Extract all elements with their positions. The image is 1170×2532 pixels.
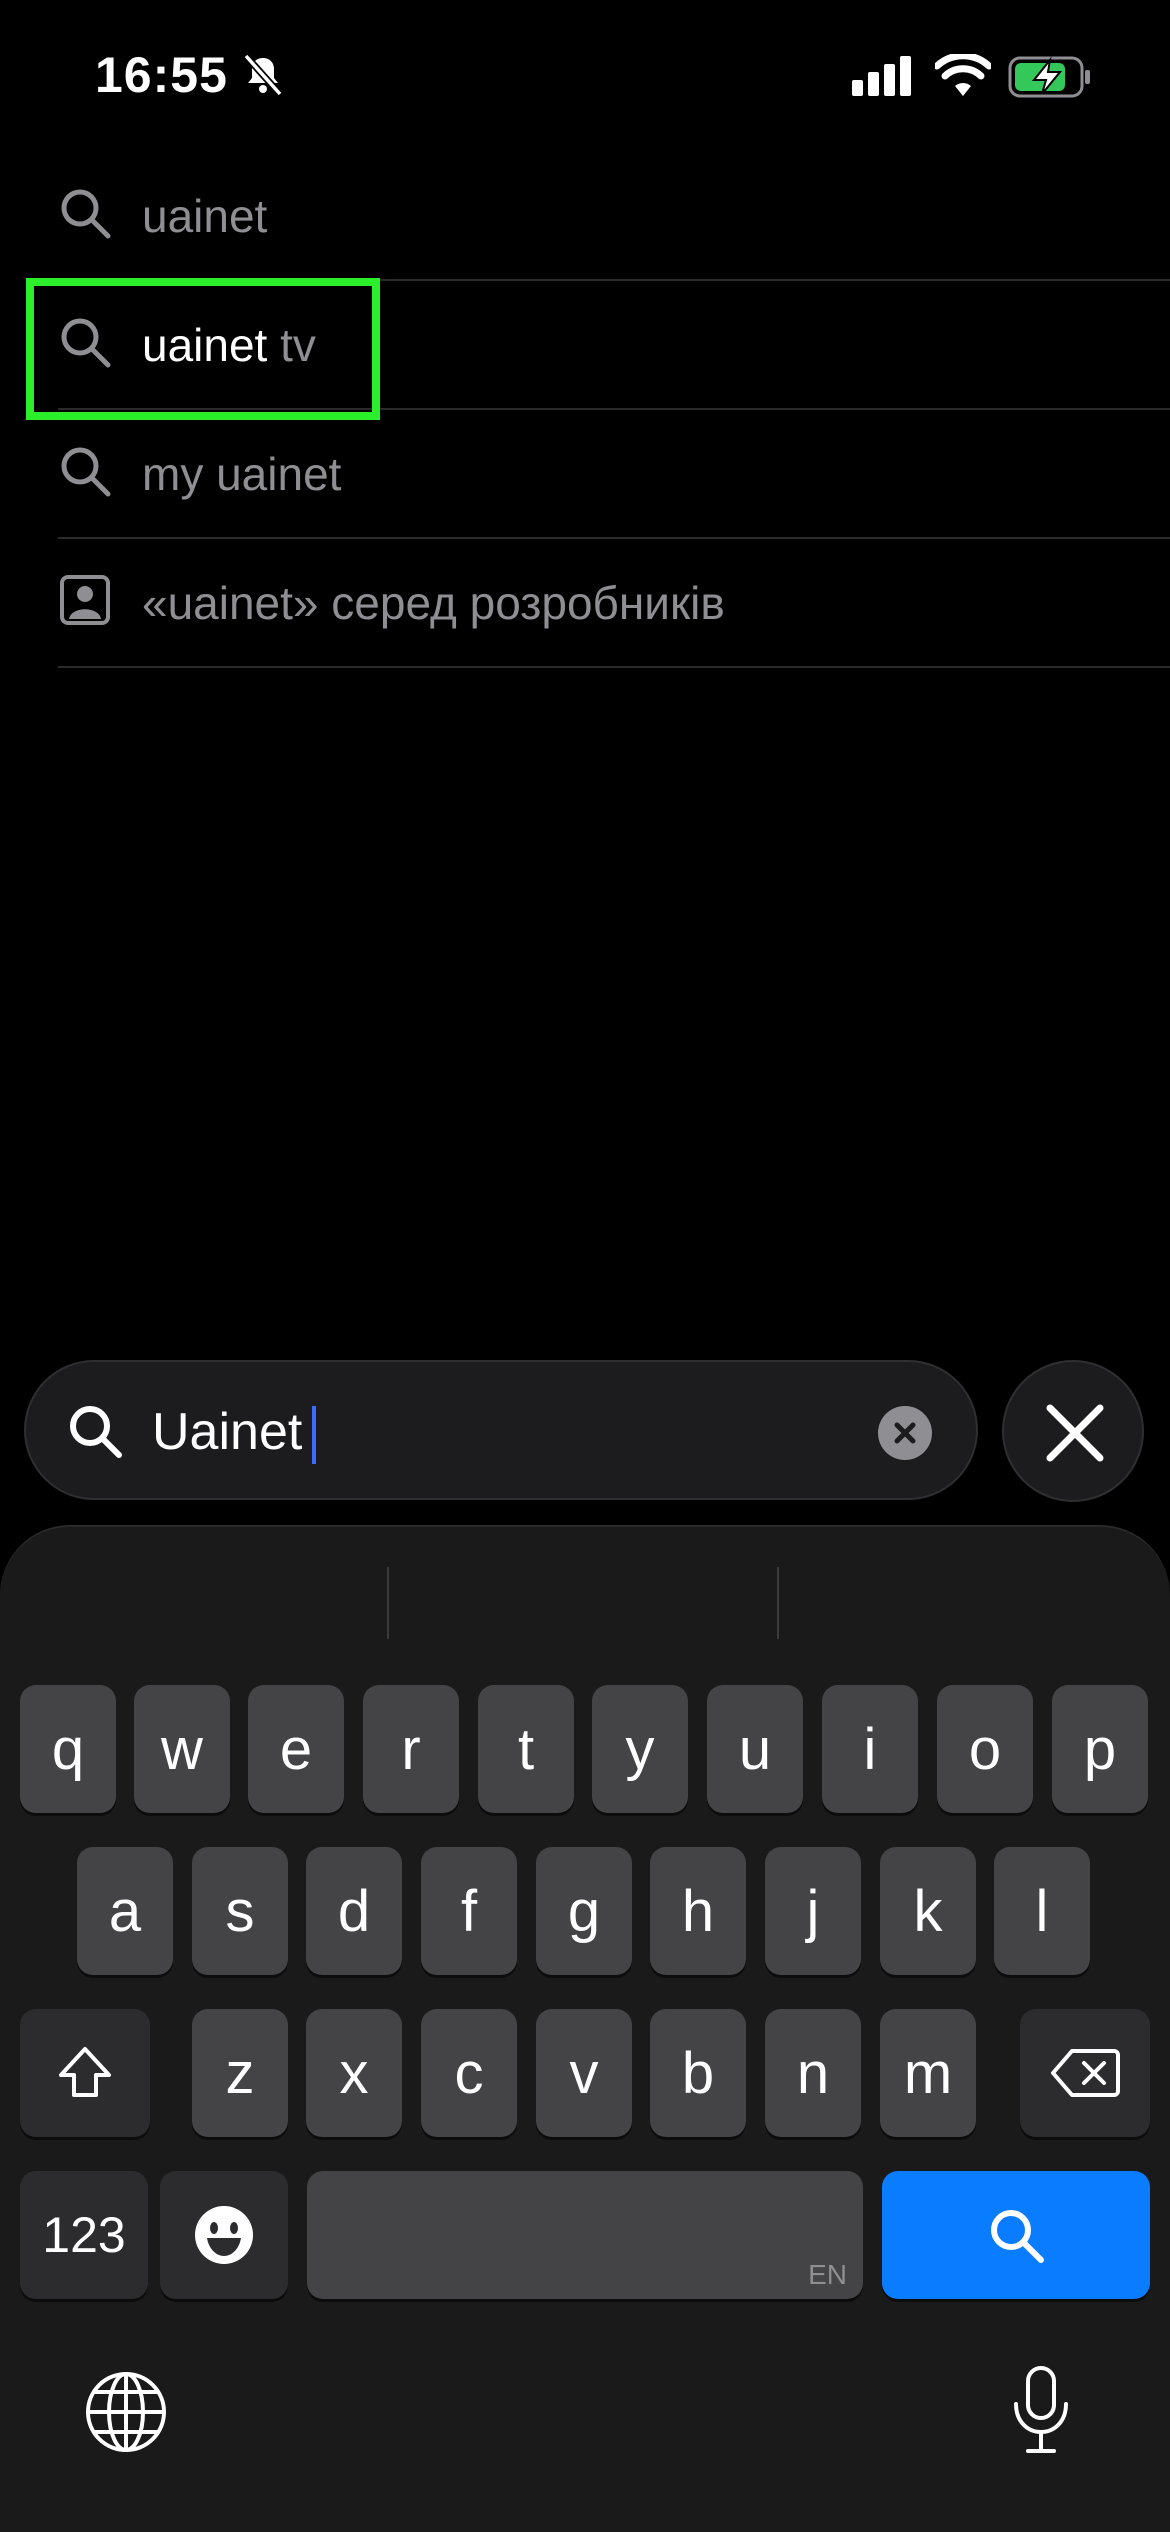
backspace-icon <box>1051 2049 1120 2097</box>
search-icon <box>991 2210 1044 2263</box>
key[interactable]: g <box>536 1847 632 1975</box>
key[interactable]: b <box>650 2009 746 2137</box>
key[interactable]: a <box>77 1847 173 1975</box>
separator <box>58 666 1170 668</box>
suggestion-text: my uainet <box>142 448 342 500</box>
key[interactable]: n <box>765 2009 861 2137</box>
key[interactable]: i <box>822 1685 918 1813</box>
status-time: 16:55 <box>95 47 228 103</box>
microphone-icon[interactable] <box>1010 2364 1072 2456</box>
key[interactable]: s <box>192 1847 288 1975</box>
suggestion-item-developers[interactable]: «uainet» серед розробників <box>0 539 1170 668</box>
suggestion-text: «uainet» серед розробників <box>142 577 725 629</box>
numbers-key[interactable]: 123 <box>20 2171 148 2299</box>
status-bar: 16:55 <box>0 0 1170 150</box>
key[interactable]: w <box>134 1685 230 1813</box>
key[interactable]: h <box>650 1847 746 1975</box>
prediction-divider <box>387 1567 389 1639</box>
key[interactable]: u <box>707 1685 803 1813</box>
delete-key[interactable] <box>1020 2009 1150 2137</box>
emoji-icon <box>195 2206 253 2264</box>
bell-slash-icon <box>243 53 283 97</box>
key[interactable]: c <box>421 2009 517 2137</box>
battery-charging-icon <box>1008 56 1090 98</box>
key[interactable]: r <box>363 1685 459 1813</box>
wifi-icon <box>935 54 991 96</box>
keyboard: q w e r t y u i o p a s d f g h j k l z … <box>0 1525 1170 2532</box>
search-input[interactable]: Uainet <box>152 1362 317 1502</box>
key[interactable]: l <box>994 1847 1090 1975</box>
search-icon <box>70 1406 122 1458</box>
key[interactable]: o <box>937 1685 1033 1813</box>
key[interactable]: t <box>478 1685 574 1813</box>
cellular-signal-icon <box>852 56 911 96</box>
search-key[interactable] <box>882 2171 1150 2299</box>
key[interactable]: z <box>192 2009 288 2137</box>
highlight-box <box>26 278 380 420</box>
clear-search-button[interactable] <box>878 1406 932 1460</box>
key[interactable]: p <box>1052 1685 1148 1813</box>
key[interactable]: m <box>880 2009 976 2137</box>
search-field[interactable]: Uainet <box>24 1360 978 1500</box>
text-cursor <box>312 1406 317 1465</box>
close-icon <box>1046 1404 1104 1462</box>
globe-icon[interactable] <box>84 2370 168 2454</box>
shift-icon <box>59 2047 111 2097</box>
suggestion-text: uainet <box>142 190 268 242</box>
key[interactable]: y <box>592 1685 688 1813</box>
suggestion-item[interactable]: uainet <box>0 152 1170 281</box>
shift-key[interactable] <box>20 2009 150 2137</box>
prediction-divider <box>777 1567 779 1639</box>
key[interactable]: q <box>20 1685 116 1813</box>
key[interactable]: d <box>306 1847 402 1975</box>
key[interactable]: e <box>248 1685 344 1813</box>
cancel-search-button[interactable] <box>1002 1360 1144 1502</box>
space-language-label: EN <box>808 2259 847 2290</box>
key[interactable]: j <box>765 1847 861 1975</box>
developer-contact-icon <box>60 575 110 625</box>
space-key[interactable]: EN <box>307 2171 863 2299</box>
key[interactable]: k <box>880 1847 976 1975</box>
clear-icon <box>894 1422 916 1444</box>
key[interactable]: f <box>421 1847 517 1975</box>
key[interactable]: v <box>536 2009 632 2137</box>
emoji-key[interactable] <box>160 2171 288 2299</box>
suggestion-item[interactable]: my uainet <box>0 410 1170 539</box>
search-icon <box>61 447 111 497</box>
search-icon <box>61 189 111 239</box>
key[interactable]: x <box>306 2009 402 2137</box>
